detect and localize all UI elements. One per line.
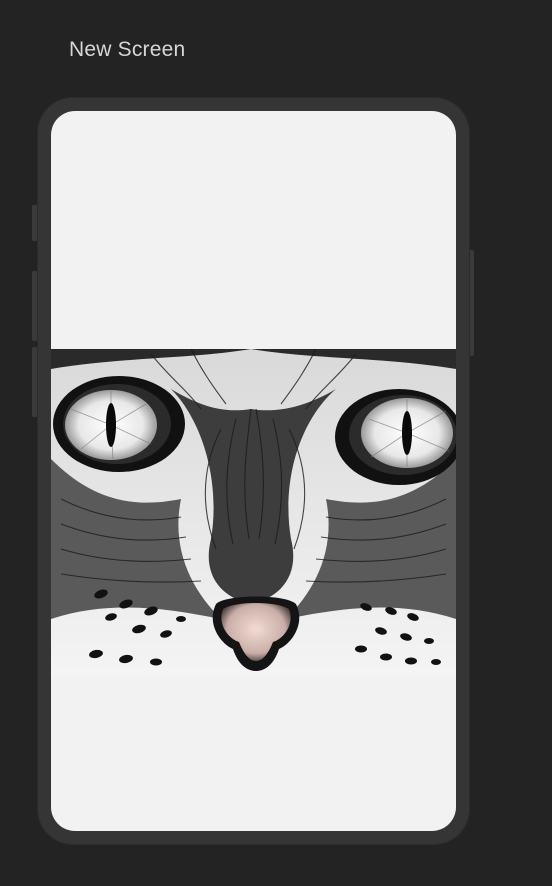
phone-screen[interactable] <box>51 111 456 831</box>
screen-title: New Screen <box>69 38 186 61</box>
cat-face-image[interactable] <box>51 349 456 675</box>
